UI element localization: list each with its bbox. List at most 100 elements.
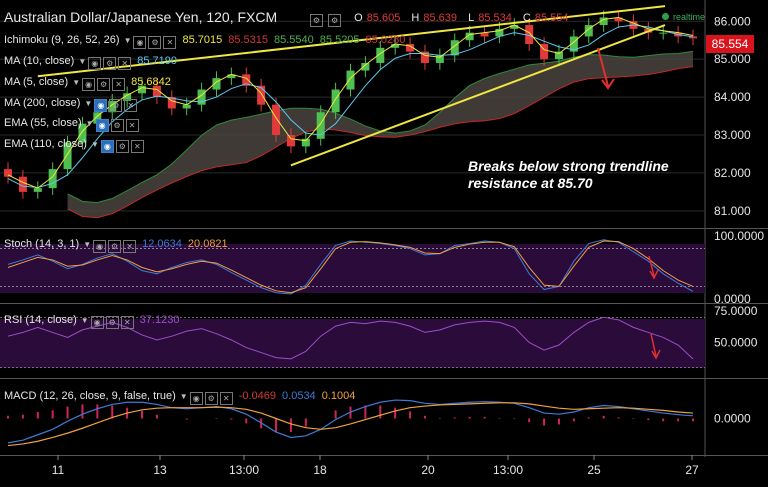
indicator-row[interactable]: EMA (110, close) ▼ ◉ ⚙ ✕ (4, 138, 144, 153)
close-icon[interactable]: ✕ (112, 78, 126, 91)
chart-root: 81.000 82.000 83.000 84.000 85.000 86.000 100.… (0, 0, 768, 482)
chevron-down-icon[interactable]: ▼ (72, 78, 80, 87)
ohlc-readout: ⚙ ⚙ O 85.605 H 85.639 L 85.534 C 85.554 (308, 12, 577, 27)
stoch-legend[interactable]: Stoch (14, 3, 1) ▼ ◉ ⚙ ✕ 12.0634 20.0821 (4, 238, 228, 253)
oscillator-value: 37.1230 (139, 314, 180, 326)
eye-icon[interactable]: ◉ (94, 99, 108, 112)
eye-icon[interactable]: ◉ (90, 316, 104, 329)
chevron-down-icon[interactable]: ▼ (86, 119, 94, 128)
indicator-label: EMA (55, close) (4, 117, 82, 129)
ohlc-close-value: 85.554 (534, 12, 569, 24)
oscillator-value: 20.0821 (187, 238, 228, 250)
candle-body (182, 104, 191, 109)
close-icon[interactable]: ✕ (125, 119, 139, 132)
chevron-down-icon[interactable]: ▼ (124, 36, 132, 45)
indicator-value: 85.5540 (274, 34, 314, 46)
settings-icon[interactable]: ⚙ (97, 78, 111, 91)
price-tick-label: 83.000 (714, 128, 751, 142)
rsi-tick-label: 75.0000 (714, 304, 758, 318)
ohlc-open-key: O (354, 12, 363, 24)
macd-tick-label: 0.0000 (714, 412, 751, 426)
ohlc-high-value: 85.639 (423, 12, 458, 24)
indicator-row[interactable]: Ichimoku (9, 26, 52, 26) ▼ ◉ ⚙ ✕ 85.7015 85.53… (4, 34, 405, 49)
analysis-annotation: Breaks below strong trendline resistance… (468, 158, 669, 192)
oscillator-label: RSI (14, close) (4, 314, 77, 326)
oscillator-label: MACD (12, 26, close, 9, false, true) (4, 390, 176, 402)
settings-icon[interactable]: ⚙ (109, 99, 123, 112)
realtime-label: realtime (673, 12, 706, 22)
indicator-label: EMA (110, close) (4, 138, 87, 150)
macd-legend[interactable]: MACD (12, 26, close, 9, false, true) ▼ ◉ ⚙ ✕… (4, 390, 355, 405)
close-icon[interactable]: ✕ (124, 99, 138, 112)
indicator-value: 85.5205 (319, 34, 360, 46)
settings-icon[interactable]: ⚙ (310, 14, 323, 27)
chevron-down-icon[interactable]: ▼ (91, 140, 99, 149)
price-tick-label: 81.000 (714, 204, 751, 218)
x-tick-label: 13 (153, 463, 167, 477)
eye-icon[interactable]: ◉ (93, 240, 107, 253)
rsi-legend[interactable]: RSI (14, close) ▼ ◉ ⚙ ✕ 37.1230 (4, 314, 179, 329)
price-tick-label: 86.000 (714, 14, 751, 28)
realtime-indicator: realtime (662, 12, 705, 22)
ohlc-low-key: L (468, 12, 475, 24)
oscillator-label: Stoch (14, 3, 1) (4, 238, 80, 250)
settings-icon[interactable]: ⚙ (204, 392, 218, 405)
ohlc-close-key: C (522, 12, 531, 24)
oscillator-value: 0.1004 (321, 390, 356, 402)
gear-icon[interactable]: ⚙ (328, 14, 342, 27)
close-icon[interactable]: ✕ (123, 240, 137, 253)
chevron-down-icon[interactable]: ▼ (180, 392, 188, 401)
candle-body (257, 85, 266, 105)
close-icon[interactable]: ✕ (130, 140, 144, 153)
indicator-row[interactable]: MA (5, close) ▼ ◉ ⚙ ✕ 85.6842 (4, 76, 171, 91)
chevron-down-icon[interactable]: ▼ (81, 316, 89, 325)
eye-icon[interactable]: ◉ (100, 140, 114, 153)
settings-icon[interactable]: ⚙ (108, 240, 122, 253)
x-tick-label: 11 (52, 463, 65, 477)
eye-icon[interactable]: ◉ (95, 119, 109, 132)
eye-icon[interactable]: ◉ (189, 392, 203, 405)
indicator-label: MA (10, close) (4, 55, 75, 67)
indicator-value: 85.7190 (137, 55, 177, 67)
eye-icon[interactable]: ◉ (88, 57, 102, 70)
settings-icon[interactable]: ⚙ (148, 36, 162, 49)
oscillator-value: 0.0534 (282, 390, 316, 402)
annotation-line-2: resistance at 85.70 (468, 175, 593, 191)
close-icon[interactable]: ✕ (120, 316, 134, 329)
chevron-down-icon[interactable]: ▼ (78, 57, 86, 66)
annotation-line-1: Breaks below strong trendline (468, 158, 669, 174)
settings-icon[interactable]: ⚙ (110, 119, 124, 132)
close-icon[interactable]: ✕ (118, 57, 132, 70)
current-price-badge: 85.554 (706, 35, 754, 53)
realtime-dot-icon (662, 13, 669, 20)
x-tick-label: 27 (685, 463, 699, 477)
chart-title: Australian Dollar/Japanese Yen, 120, FXC… (4, 9, 278, 25)
candle-body (286, 135, 295, 147)
settings-icon[interactable]: ⚙ (115, 140, 129, 153)
chevron-down-icon[interactable]: ▼ (83, 240, 91, 249)
indicator-row[interactable]: MA (200, close) ▼ ◉ ⚙ ✕ (4, 97, 138, 112)
ohlc-open-value: 85.605 (366, 12, 401, 24)
settings-icon[interactable]: ⚙ (105, 316, 119, 329)
indicator-value: 85.6842 (131, 76, 171, 88)
settings-icon[interactable]: ⚙ (103, 57, 117, 70)
close-icon[interactable]: ✕ (219, 392, 233, 405)
eye-icon[interactable]: ◉ (133, 36, 147, 49)
close-icon[interactable]: ✕ (163, 36, 177, 49)
indicator-row[interactable]: MA (10, close) ▼ ◉ ⚙ ✕ 85.7190 (4, 55, 177, 70)
candle-body (33, 188, 42, 192)
macd-line (7, 399, 694, 444)
candle-body (346, 70, 355, 90)
rsi-tick-label: 50.0000 (714, 336, 758, 350)
indicator-value: 85.0280 (365, 34, 406, 46)
oscillator-value: -0.0469 (238, 390, 277, 402)
indicator-label: MA (200, close) (4, 97, 81, 109)
indicator-value: 85.7015 (182, 34, 223, 46)
indicator-row[interactable]: EMA (55, close) ▼ ◉ ⚙ ✕ (4, 117, 139, 132)
indicator-label: MA (5, close) (4, 76, 69, 88)
x-tick-label: 13:00 (493, 463, 523, 477)
eye-icon[interactable]: ◉ (82, 78, 96, 91)
candle-body (659, 32, 668, 34)
ohlc-high-key: H (411, 12, 420, 24)
chevron-down-icon[interactable]: ▼ (84, 99, 92, 108)
